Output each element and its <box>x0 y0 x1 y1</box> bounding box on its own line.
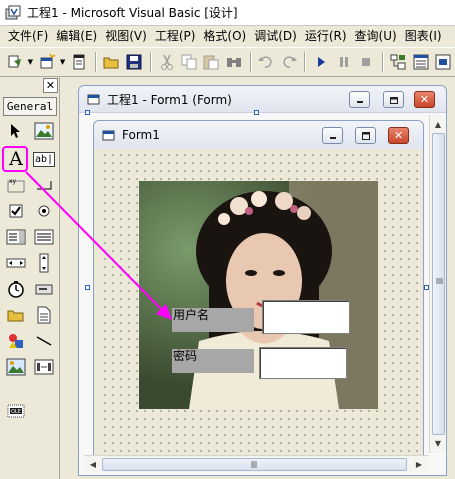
annotation-arrow <box>25 171 172 320</box>
